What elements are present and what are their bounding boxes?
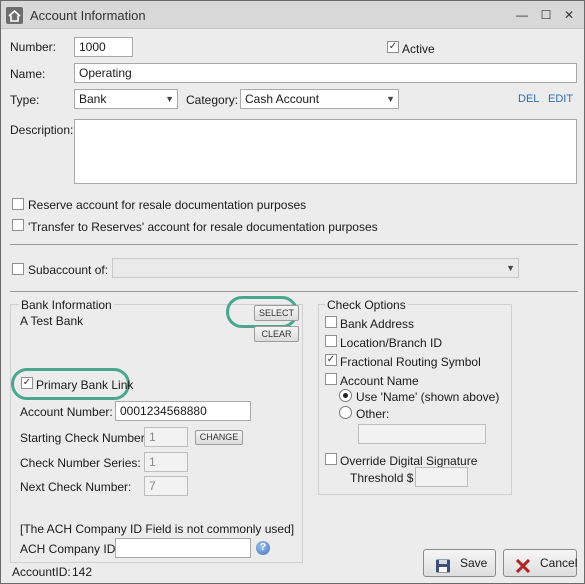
account-number-label: Account Number: bbox=[20, 405, 113, 419]
ach-company-id-input[interactable] bbox=[115, 538, 251, 558]
bank-address-checkbox[interactable] bbox=[325, 316, 337, 328]
edit-link[interactable]: EDIT bbox=[548, 93, 573, 105]
other-name-input[interactable] bbox=[358, 424, 486, 444]
account-id-label: AccountID: bbox=[12, 565, 71, 579]
home-icon bbox=[6, 7, 23, 24]
threshold-input[interactable] bbox=[415, 467, 468, 487]
category-select[interactable]: Cash Account ▼ bbox=[240, 89, 399, 109]
check-number-series-label: Check Number Series: bbox=[20, 456, 141, 470]
title-bar: Account Information — ☐ ✕ bbox=[1, 1, 584, 29]
cancel-x-icon bbox=[515, 556, 531, 574]
chevron-down-icon: ▼ bbox=[506, 263, 515, 273]
location-branch-label: Location/Branch ID bbox=[340, 336, 443, 350]
select-bank-button[interactable]: SELECT bbox=[254, 305, 299, 321]
transfer-reserves-label: 'Transfer to Reserves' account for resal… bbox=[28, 220, 378, 234]
save-button-label: Save bbox=[460, 556, 488, 570]
override-signature-label: Override Digital Signature bbox=[340, 454, 478, 468]
bank-information-heading: Bank Information bbox=[19, 298, 114, 312]
account-id-value: 142 bbox=[72, 565, 93, 579]
save-button[interactable]: Save bbox=[423, 549, 496, 577]
next-check-number-input[interactable]: 7 bbox=[144, 476, 188, 496]
fractional-routing-label: Fractional Routing Symbol bbox=[340, 355, 481, 369]
account-information-window: Account Information — ☐ ✕ Number: 1000 ✓… bbox=[0, 0, 585, 584]
divider bbox=[10, 244, 578, 245]
type-label: Type: bbox=[10, 93, 40, 107]
starting-check-number-label: Starting Check Number: bbox=[20, 431, 149, 445]
reserve-label: Reserve account for resale documentation… bbox=[28, 198, 307, 212]
help-icon[interactable]: ? bbox=[256, 541, 270, 555]
active-label: Active bbox=[402, 42, 435, 56]
divider bbox=[10, 291, 578, 292]
number-label: Number: bbox=[10, 40, 57, 54]
subaccount-checkbox[interactable] bbox=[12, 263, 24, 275]
next-check-number-label: Next Check Number: bbox=[20, 480, 132, 494]
other-radio[interactable] bbox=[339, 406, 352, 419]
primary-bank-link-label: Primary Bank Link bbox=[36, 378, 134, 392]
number-input[interactable]: 1000 bbox=[74, 37, 133, 57]
minimize-button[interactable]: — bbox=[512, 6, 532, 24]
type-select-value: Bank bbox=[79, 92, 107, 106]
starting-check-number-input[interactable]: 1 bbox=[144, 427, 188, 447]
account-number-input[interactable]: 0001234568880 bbox=[115, 401, 251, 421]
use-name-label: Use 'Name' (shown above) bbox=[356, 390, 500, 404]
clear-bank-button[interactable]: CLEAR bbox=[254, 326, 299, 342]
check-number-series-input[interactable]: 1 bbox=[144, 452, 188, 472]
use-name-radio[interactable] bbox=[339, 389, 352, 402]
bank-address-label: Bank Address bbox=[340, 317, 415, 331]
ach-company-id-label: ACH Company ID: bbox=[20, 542, 119, 556]
maximize-button[interactable]: ☐ bbox=[536, 6, 556, 24]
bank-name: A Test Bank bbox=[20, 314, 84, 328]
reserve-checkbox[interactable] bbox=[12, 198, 24, 210]
transfer-reserves-checkbox[interactable] bbox=[12, 219, 24, 231]
account-name-label: Account Name bbox=[340, 374, 419, 388]
check-options-heading: Check Options bbox=[325, 298, 408, 312]
category-select-value: Cash Account bbox=[245, 92, 320, 106]
location-branch-checkbox[interactable] bbox=[325, 335, 337, 347]
primary-bank-link-checkbox[interactable]: ✓ bbox=[21, 377, 33, 389]
change-button[interactable]: CHANGE bbox=[195, 430, 243, 445]
window-title: Account Information bbox=[30, 8, 146, 23]
cancel-button[interactable]: Cancel bbox=[503, 549, 577, 577]
subaccount-select[interactable]: ▼ bbox=[112, 258, 519, 278]
account-name-checkbox[interactable] bbox=[325, 373, 337, 385]
close-button[interactable]: ✕ bbox=[559, 6, 579, 24]
name-input[interactable]: Operating bbox=[74, 63, 577, 83]
other-label: Other: bbox=[356, 407, 390, 421]
del-link[interactable]: DEL bbox=[518, 93, 539, 105]
override-signature-checkbox[interactable] bbox=[325, 453, 337, 465]
threshold-label: Threshold $ bbox=[350, 471, 414, 485]
floppy-disk-icon bbox=[435, 556, 451, 573]
description-textarea[interactable] bbox=[74, 119, 577, 184]
name-label: Name: bbox=[10, 67, 46, 81]
type-select[interactable]: Bank ▼ bbox=[74, 89, 178, 109]
active-checkbox[interactable]: ✓ bbox=[387, 41, 399, 53]
category-label: Category: bbox=[186, 93, 239, 107]
cancel-button-label: Cancel bbox=[540, 556, 578, 570]
ach-note: [The ACH Company ID Field is not commonl… bbox=[20, 522, 295, 536]
chevron-down-icon: ▼ bbox=[386, 94, 395, 104]
chevron-down-icon: ▼ bbox=[165, 94, 174, 104]
description-label: Description: bbox=[10, 123, 74, 137]
subaccount-label: Subaccount of: bbox=[28, 263, 109, 277]
fractional-routing-checkbox[interactable]: ✓ bbox=[325, 354, 337, 366]
